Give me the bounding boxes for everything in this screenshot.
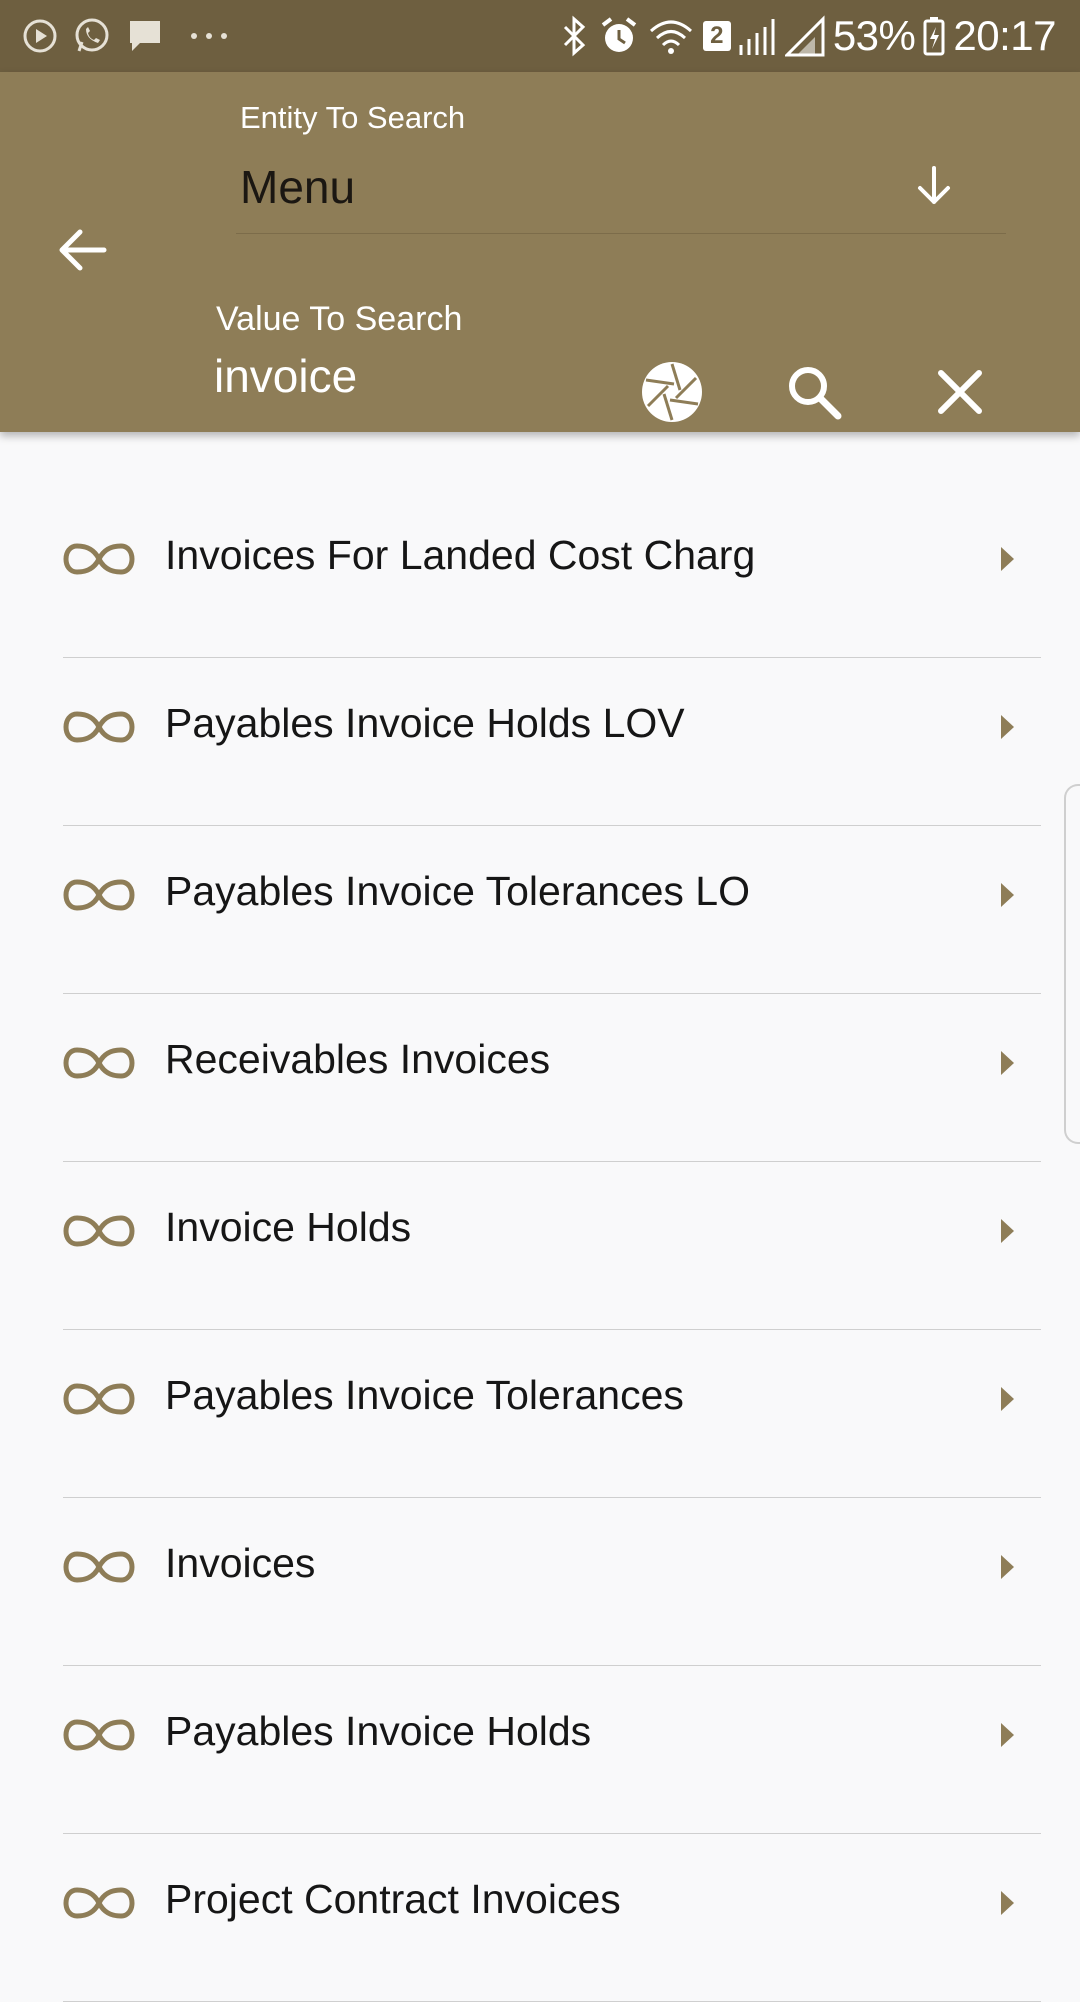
- list-item[interactable]: Invoices: [63, 1498, 1041, 1666]
- status-bar: 2 53% 20:17: [0, 0, 1080, 72]
- infinity-link-icon: [63, 1719, 135, 1751]
- list-item-label: Payables Invoice Tolerances: [165, 1372, 684, 1418]
- wifi-icon: [647, 15, 695, 57]
- bluetooth-icon: [557, 15, 591, 57]
- chevron-right-icon: [1001, 715, 1014, 739]
- play-icon: [22, 18, 58, 54]
- search-input[interactable]: [214, 344, 594, 408]
- results-list: Invoices For Landed Cost Charg Payables …: [63, 490, 1041, 2002]
- chevron-right-icon: [1001, 883, 1014, 907]
- list-item[interactable]: Payables Invoice Holds LOV: [63, 658, 1041, 826]
- list-item[interactable]: Payables Invoice Tolerances: [63, 1330, 1041, 1498]
- chevron-right-icon: [1001, 1891, 1014, 1915]
- camera-shutter-icon: [642, 362, 702, 422]
- infinity-link-icon: [63, 1383, 135, 1415]
- infinity-link-icon: [63, 1887, 135, 1919]
- list-item-label: Payables Invoice Holds: [165, 1708, 592, 1754]
- infinity-link-icon: [63, 1551, 135, 1583]
- value-label: Value To Search: [216, 300, 463, 338]
- battery-icon: [923, 16, 945, 56]
- list-item[interactable]: Payables Invoice Holds: [63, 1666, 1041, 1834]
- signal-icon: [784, 15, 825, 57]
- entity-label: Entity To Search: [240, 100, 466, 135]
- battery-percent: 53%: [832, 12, 916, 59]
- camera-button[interactable]: [632, 352, 712, 432]
- infinity-link-icon: [63, 1215, 135, 1247]
- whatsapp-icon: [72, 16, 112, 56]
- arrow-left-icon: [59, 229, 107, 271]
- list-item-label: Receivables Invoices: [165, 1036, 551, 1082]
- arrow-down-icon: [918, 166, 950, 204]
- close-icon: [938, 370, 982, 414]
- chevron-right-icon: [1001, 1051, 1014, 1075]
- infinity-link-icon: [63, 879, 135, 911]
- chevron-right-icon: [1001, 547, 1014, 571]
- entity-value: Menu: [240, 161, 356, 213]
- list-item-label: Invoices For Landed Cost Charg: [165, 532, 756, 578]
- alarm-icon: [599, 15, 639, 57]
- chevron-right-icon: [1001, 1555, 1014, 1579]
- search-button[interactable]: [774, 352, 854, 432]
- chevron-right-icon: [1001, 1387, 1014, 1411]
- clear-button[interactable]: [920, 352, 1000, 432]
- list-item[interactable]: Payables Invoice Tolerances LO: [63, 826, 1041, 994]
- list-item[interactable]: Invoices For Landed Cost Charg: [63, 490, 1041, 658]
- list-item-label: Invoices: [165, 1540, 316, 1586]
- chevron-right-icon: [1001, 1219, 1014, 1243]
- back-button[interactable]: [52, 220, 112, 280]
- infinity-link-icon: [63, 543, 135, 575]
- infinity-link-icon: [63, 711, 135, 743]
- list-item[interactable]: Receivables Invoices: [63, 994, 1041, 1162]
- search-icon: [789, 367, 842, 420]
- scroll-handle[interactable]: [1064, 784, 1080, 1144]
- more-dots-icon: [188, 30, 230, 42]
- list-item[interactable]: Invoice Holds: [63, 1162, 1041, 1330]
- message-icon: [126, 17, 164, 55]
- entity-dropdown[interactable]: Menu: [236, 138, 1006, 234]
- sim2-icon: 2: [702, 21, 731, 51]
- list-item-label: Invoice Holds: [165, 1204, 412, 1250]
- infinity-link-icon: [63, 1047, 135, 1079]
- list-item-label: Payables Invoice Holds LOV: [165, 700, 685, 746]
- signal-icon: [739, 15, 777, 57]
- chevron-right-icon: [1001, 1723, 1014, 1747]
- list-item-label: Payables Invoice Tolerances LO: [165, 868, 750, 914]
- clock: 20:17: [953, 12, 1056, 59]
- list-item[interactable]: Project Contract Invoices: [63, 1834, 1041, 2002]
- list-item-label: Project Contract Invoices: [165, 1876, 621, 1922]
- entity-underline: [236, 233, 1006, 234]
- search-header: Entity To Search Menu Value To Search: [0, 72, 1080, 432]
